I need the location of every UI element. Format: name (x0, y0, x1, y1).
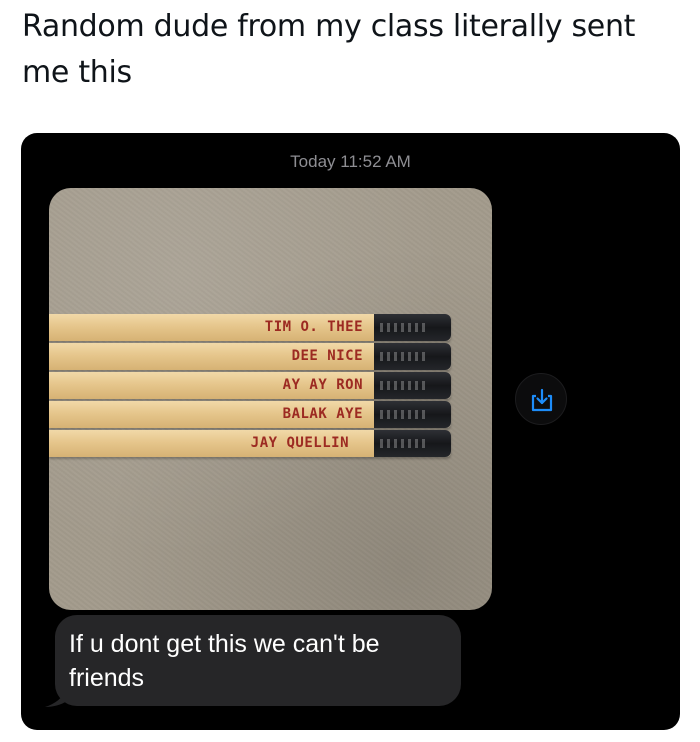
pencil-eraser (374, 430, 451, 457)
pencil-eraser (374, 343, 451, 370)
pencil-eraser (374, 372, 451, 399)
pencil: DEE NICE (49, 343, 451, 370)
pencil-name: JAY QUELLIN (250, 435, 349, 451)
pencil: AY AY RON (49, 372, 451, 399)
message-timestamp: Today 11:52 AM (290, 152, 411, 171)
pencils-photo[interactable]: TIM O. THEE DEE NICE AY AY RON BALAK AYE… (49, 188, 492, 610)
share-button[interactable] (515, 373, 567, 425)
pencil: BALAK AYE (49, 401, 451, 428)
pencil-eraser (374, 314, 451, 341)
pencil-name: BALAK AYE (282, 406, 363, 422)
chat-screenshot: Today 11:52 AM TIM O. THEE DEE NICE AY A… (21, 133, 680, 730)
post-caption: Random dude from my class literally sent… (22, 9, 636, 90)
pencil-name: AY AY RON (282, 377, 363, 393)
pencil-eraser (374, 401, 451, 428)
pencil: TIM O. THEE (49, 314, 451, 341)
message-text: If u dont get this we can't be friends (69, 630, 380, 692)
pencil: JAY QUELLIN (49, 430, 451, 457)
message-bubble[interactable]: If u dont get this we can't be friends (55, 615, 461, 706)
pencil-name: TIM O. THEE (264, 319, 363, 335)
pencil-name: DEE NICE (291, 348, 363, 364)
share-download-icon (531, 388, 553, 412)
